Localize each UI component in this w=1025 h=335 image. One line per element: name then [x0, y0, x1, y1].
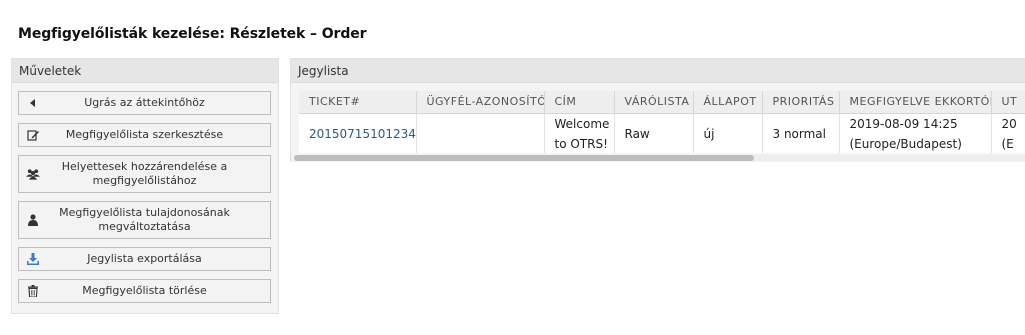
edit-icon — [26, 128, 40, 142]
export-ticket-list-label: Jegylista exportálása — [87, 252, 202, 265]
column-header-queue[interactable]: VÁRÓLISTA — [614, 91, 694, 114]
title-cell: Welcome to OTRS! — [544, 113, 615, 153]
column-header-customer-id[interactable]: ÜGYFÉL-AZONOSÍTÓ — [416, 91, 545, 114]
last-line-1: 20 — [1001, 116, 1017, 131]
column-header-priority[interactable]: PRIORITÁS — [762, 91, 840, 114]
caret-left-icon — [26, 96, 40, 110]
ticket-list-title: Jegylista — [291, 59, 1025, 83]
last-line-2: (E — [1001, 136, 1014, 151]
go-to-overview-label: Ugrás az áttekintőhöz — [84, 96, 205, 109]
ticket-table: TICKET# ÜGYFÉL-AZONOSÍTÓ CÍM VÁRÓLISTA Á… — [299, 91, 1025, 153]
ticket-list-panel: Jegylista TICKET# ÜGYFÉL-AZONOSÍTÓ CÍM V… — [290, 58, 1025, 162]
column-header-ticket[interactable]: TICKET# — [299, 91, 417, 114]
scrollbar-thumb[interactable] — [294, 155, 754, 161]
delete-watchlist-button[interactable]: Megfigyelőlista törlése — [18, 279, 271, 303]
horizontal-scrollbar[interactable] — [294, 155, 1025, 161]
column-header-title[interactable]: CÍM — [544, 91, 615, 114]
ticket-number-link[interactable]: 2015071510123456 — [299, 113, 417, 153]
edit-watchlist-button[interactable]: Megfigyelőlista szerkesztése — [18, 123, 271, 147]
change-owner-button[interactable]: Megfigyelőlista tulajdonosának megváltoz… — [18, 201, 271, 239]
users-icon — [26, 167, 40, 181]
change-owner-label: Megfigyelőlista tulajdonosának megváltoz… — [59, 206, 230, 233]
sidebar-title: Műveletek — [12, 59, 278, 83]
title-line-1: Welcome — [554, 116, 610, 131]
column-header-watched-since[interactable]: MEGFIGYELVE EKKORTÓL — [839, 91, 992, 114]
column-header-state[interactable]: ÁLLAPOT — [693, 91, 763, 114]
queue-cell: Raw — [614, 113, 694, 153]
user-icon — [26, 213, 40, 227]
last-cell: 20 (E — [991, 113, 1025, 153]
table-header-row: TICKET# ÜGYFÉL-AZONOSÍTÓ CÍM VÁRÓLISTA Á… — [299, 91, 1025, 114]
state-cell: új — [693, 113, 763, 153]
assign-substitutes-button[interactable]: Helyettesek hozzárendelése a megfigyelől… — [18, 155, 271, 193]
column-header-last[interactable]: UT — [991, 91, 1025, 114]
trash-icon — [26, 284, 40, 298]
delete-watchlist-label: Megfigyelőlista törlése — [82, 284, 207, 297]
title-line-2: to OTRS! — [554, 136, 608, 151]
ticket-table-container: TICKET# ÜGYFÉL-AZONOSÍTÓ CÍM VÁRÓLISTA Á… — [299, 91, 1025, 153]
page-title: Megfigyelőlisták kezelése: Részletek – O… — [18, 26, 367, 42]
customer-id-cell — [416, 113, 545, 153]
table-row[interactable]: 2015071510123456 Welcome to OTRS! Raw új… — [299, 113, 1025, 153]
download-icon — [26, 252, 40, 266]
assign-substitutes-label: Helyettesek hozzárendelése a megfigyelől… — [61, 160, 228, 187]
edit-watchlist-label: Megfigyelőlista szerkesztése — [65, 128, 224, 141]
watched-since-date: 2019-08-09 14:25 — [849, 116, 958, 131]
export-ticket-list-button[interactable]: Jegylista exportálása — [18, 247, 271, 271]
go-to-overview-button[interactable]: Ugrás az áttekintőhöz — [18, 91, 271, 115]
watched-since-cell: 2019-08-09 14:25 (Europe/Budapest) — [839, 113, 992, 153]
priority-cell: 3 normal — [762, 113, 840, 153]
watched-since-timezone: (Europe/Budapest) — [849, 136, 962, 151]
actions-sidebar: Műveletek Ugrás az áttekintőhöz Megfigye… — [11, 58, 279, 314]
